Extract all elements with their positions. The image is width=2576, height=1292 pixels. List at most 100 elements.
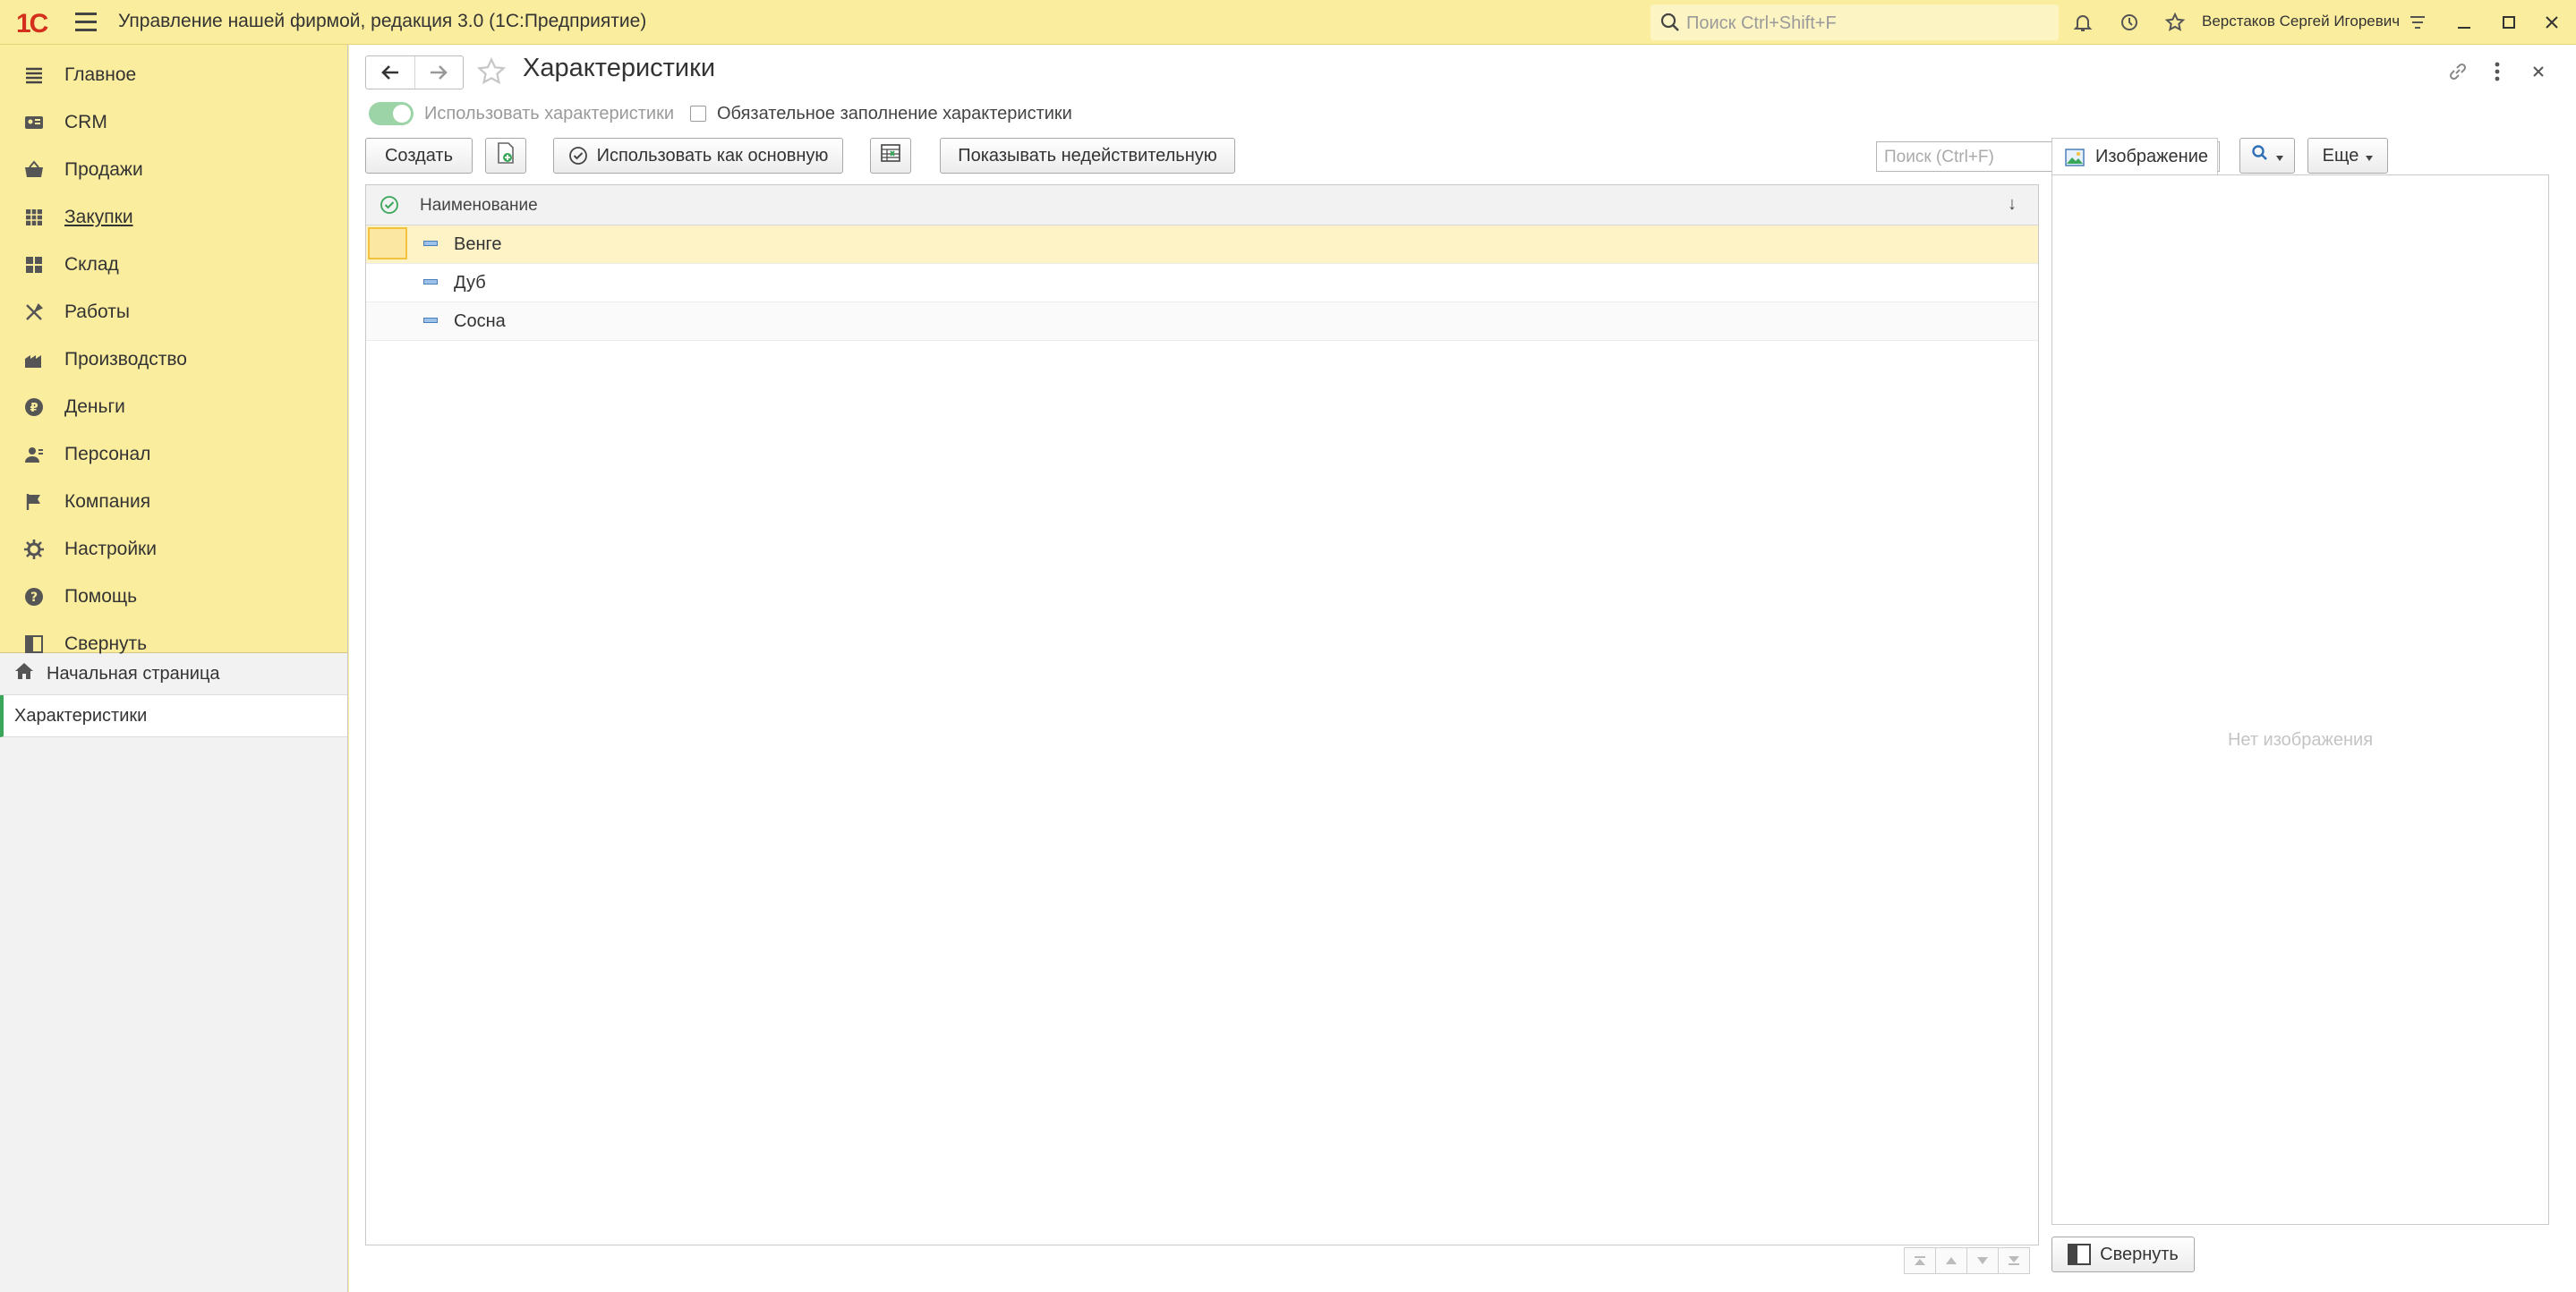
production-icon xyxy=(21,347,47,372)
collapse-panel-icon xyxy=(21,632,47,657)
page-title: Характеристики xyxy=(523,54,716,82)
sidebar-item-label: CRM xyxy=(64,111,107,132)
global-search[interactable] xyxy=(1651,4,2059,40)
open-window-home[interactable]: Начальная страница xyxy=(0,653,347,695)
settings-menu-icon[interactable] xyxy=(2404,9,2431,36)
menu-list-icon xyxy=(21,63,47,88)
sidebar-item-production[interactable]: Производство xyxy=(0,336,347,383)
close-app-icon[interactable] xyxy=(2538,9,2565,36)
row-mark-cell[interactable] xyxy=(368,227,407,259)
sidebar-item-help[interactable]: ? Помощь xyxy=(0,573,347,620)
row-name: Дуб xyxy=(454,273,486,293)
table-scroll-buttons xyxy=(1904,1247,2030,1274)
form-area: Характеристики Использовать характеристи… xyxy=(349,45,2576,1292)
history-icon[interactable] xyxy=(2116,9,2143,36)
gear-icon xyxy=(21,537,47,562)
sidebar-item-sales[interactable]: Продажи xyxy=(0,146,347,193)
sidebar-item-label: Деньги xyxy=(64,395,125,417)
search-options-button[interactable] xyxy=(2239,138,2295,174)
close-form-icon[interactable] xyxy=(2522,55,2555,88)
sidebar-item-label: Работы xyxy=(64,301,130,322)
output-list-button[interactable] xyxy=(870,138,911,174)
sidebar-item-settings[interactable]: Настройки xyxy=(0,525,347,573)
no-image-text: Нет изображения xyxy=(2227,730,2374,750)
notifications-bell-icon[interactable] xyxy=(2069,9,2096,36)
sidebar-item-company[interactable]: Компания xyxy=(0,478,347,525)
collapse-image-label: Свернуть xyxy=(2100,1244,2179,1264)
scroll-up-icon[interactable] xyxy=(1935,1247,1967,1274)
sidebar-item-label: Производство xyxy=(64,348,187,370)
table-header: Наименование ↓ xyxy=(366,185,2038,225)
staff-icon xyxy=(21,442,47,467)
collapse-image-button[interactable]: Свернуть xyxy=(2051,1237,2195,1272)
favorite-star-icon[interactable] xyxy=(474,55,508,92)
sidebar-item-label: Свернуть xyxy=(64,633,148,654)
user-name[interactable]: Верстаков Сергей Игоревич xyxy=(2202,13,2400,30)
create-button[interactable]: Создать xyxy=(365,138,473,174)
item-icon xyxy=(423,241,438,246)
add-document-icon xyxy=(495,141,516,170)
column-header-name[interactable]: Наименование xyxy=(420,196,538,216)
forward-arrow-icon[interactable] xyxy=(414,56,464,89)
global-search-input[interactable] xyxy=(1685,10,2046,37)
table-row[interactable]: Дуб xyxy=(366,264,2038,302)
sidebar-item-label: Компания xyxy=(64,490,151,512)
show-invalid-button[interactable]: Показывать недействительную xyxy=(940,138,1235,174)
app-logo: 1С xyxy=(16,9,48,38)
app-title: Управление нашей фирмой, редакция 3.0 (1… xyxy=(118,11,647,31)
spreadsheet-icon xyxy=(880,143,901,168)
image-icon xyxy=(2065,148,2085,166)
minimize-icon[interactable] xyxy=(2451,9,2478,36)
more-actions-button[interactable]: Еще xyxy=(2307,138,2388,174)
check-circle-icon xyxy=(568,146,588,166)
sidebar-item-purchases[interactable]: Закупки xyxy=(0,193,347,241)
collapse-panel-icon xyxy=(2068,1244,2092,1265)
money-icon: ₽ xyxy=(21,395,47,420)
link-icon[interactable] xyxy=(2442,55,2474,88)
required-fill-checkbox[interactable] xyxy=(690,106,706,122)
more-vertical-icon[interactable] xyxy=(2481,55,2513,88)
open-windows-panel: Начальная страница Характеристики xyxy=(0,653,347,737)
warehouse-icon xyxy=(21,252,47,277)
sidebar-item-crm[interactable]: CRM xyxy=(0,98,347,146)
navigation-buttons xyxy=(365,55,464,89)
favorites-star-icon[interactable] xyxy=(2162,9,2188,36)
main-menu-icon[interactable] xyxy=(75,13,97,32)
copy-add-button[interactable] xyxy=(485,138,526,174)
use-characteristics-toggle[interactable] xyxy=(369,102,414,125)
maximize-icon[interactable] xyxy=(2495,9,2522,36)
tab-image[interactable]: Изображение xyxy=(2051,138,2218,175)
required-fill-label[interactable]: Обязательное заполнение характеристики xyxy=(717,104,1072,124)
check-circle-icon[interactable] xyxy=(379,194,400,221)
sort-indicator[interactable]: ↓ xyxy=(2008,194,2017,215)
sidebar: Главное CRM Продажи Закупки Склад Работы… xyxy=(0,45,348,1292)
row-mark-cell[interactable] xyxy=(368,304,407,336)
item-icon xyxy=(423,318,438,323)
scroll-to-bottom-icon[interactable] xyxy=(1998,1247,2030,1274)
row-mark-cell[interactable] xyxy=(368,266,407,298)
image-panel: Нет изображения xyxy=(2051,174,2549,1225)
item-icon xyxy=(423,279,438,285)
sidebar-item-label: Главное xyxy=(64,64,137,85)
sidebar-item-works[interactable]: Работы xyxy=(0,288,347,336)
sidebar-item-warehouse[interactable]: Склад xyxy=(0,241,347,288)
top-bar: 1С Управление нашей фирмой, редакция 3.0… xyxy=(0,0,2576,45)
open-window-characteristics[interactable]: Характеристики xyxy=(0,695,347,737)
scroll-down-icon[interactable] xyxy=(1966,1247,1999,1274)
use-as-main-button[interactable]: Использовать как основную xyxy=(553,138,843,174)
characteristics-table: Наименование ↓ Венге Дуб Сосна xyxy=(365,184,2039,1245)
tab-image-label: Изображение xyxy=(2095,147,2208,166)
table-row[interactable]: Венге xyxy=(366,225,2038,264)
more-actions-label: Еще xyxy=(2322,145,2359,166)
back-arrow-icon[interactable] xyxy=(366,56,414,89)
sections-panel: Главное CRM Продажи Закупки Склад Работы… xyxy=(0,45,347,654)
scroll-to-top-icon[interactable] xyxy=(1904,1247,1936,1274)
sidebar-item-main[interactable]: Главное xyxy=(0,51,347,98)
flag-icon xyxy=(21,489,47,514)
sidebar-item-money[interactable]: ₽ Деньги xyxy=(0,383,347,430)
sidebar-item-staff[interactable]: Персонал xyxy=(0,430,347,478)
table-row[interactable]: Сосна xyxy=(366,302,2038,341)
purchases-icon xyxy=(21,205,47,230)
use-as-main-label: Использовать как основную xyxy=(596,145,829,166)
tools-icon xyxy=(21,300,47,325)
